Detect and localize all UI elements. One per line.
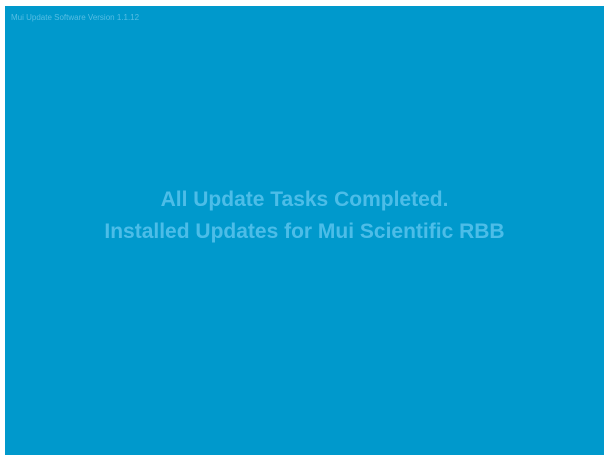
update-window: Mui Update Software Version 1.1.12 All U… <box>5 6 604 455</box>
status-message: All Update Tasks Completed. Installed Up… <box>5 184 604 248</box>
app-version-label: Mui Update Software Version 1.1.12 <box>11 13 140 22</box>
status-completed-text: All Update Tasks Completed. <box>160 188 449 211</box>
status-installed-text: Installed Updates for Mui Scientific RBB <box>104 220 505 243</box>
